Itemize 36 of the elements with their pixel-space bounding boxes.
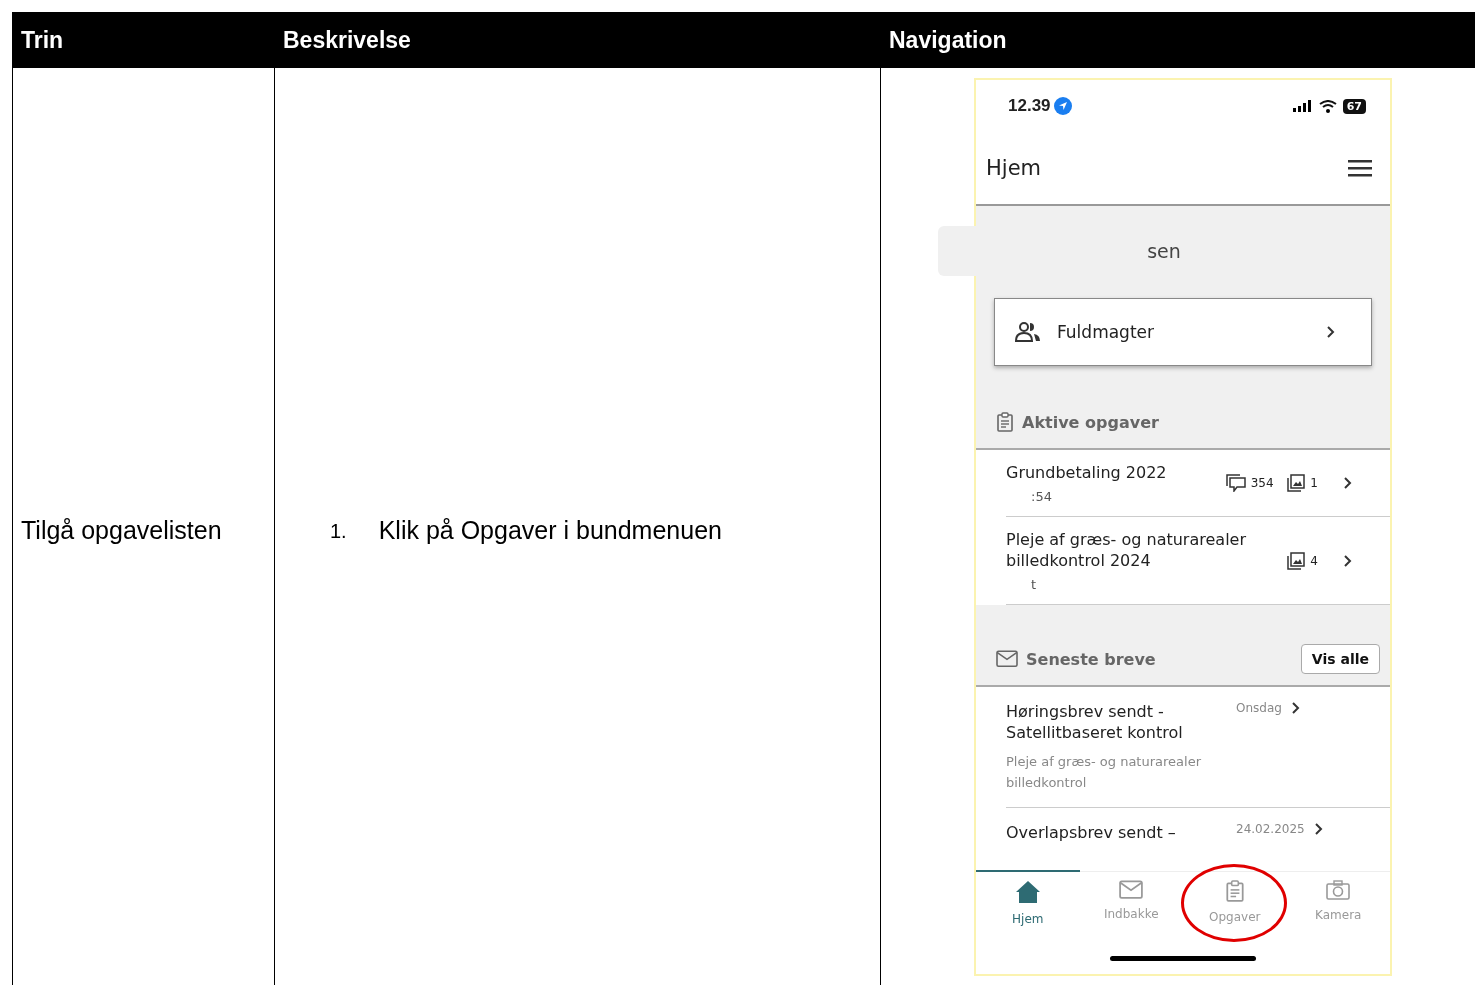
signal-icon	[1292, 100, 1313, 112]
battery-level: 67	[1342, 98, 1366, 114]
clipboard-icon	[996, 412, 1014, 432]
people-icon	[1015, 322, 1041, 342]
clipboard-icon	[1224, 880, 1245, 902]
images-icon	[1287, 551, 1306, 570]
chevron-icon	[1342, 553, 1352, 568]
wifi-icon	[1318, 99, 1337, 113]
column-header: Trin	[12, 12, 275, 68]
letter-item[interactable]: Høringsbrev sendt - Satellitbaseret kontrol Pleje af græs- og naturarealer billedkontrol Onsdag	[1006, 687, 1390, 808]
location-icon	[1053, 97, 1072, 115]
house-icon	[1014, 880, 1041, 904]
column-header: Beskrivelse	[274, 12, 881, 68]
view-all-button[interactable]: Vis alle	[1300, 644, 1380, 674]
delegations-card[interactable]: Fuldmagter	[994, 298, 1372, 366]
column-header: Navigation	[880, 12, 1475, 68]
chevron-icon	[1325, 325, 1335, 339]
letter-item[interactable]: Overlapsbrev sendt – 24.02.2025	[1006, 808, 1390, 843]
camera-icon	[1326, 880, 1351, 900]
step-text: Tilgå opgavelisten	[21, 516, 222, 544]
comments-icon	[1225, 474, 1246, 492]
envelope-icon	[996, 650, 1018, 668]
chevron-icon	[1312, 822, 1323, 836]
section-title: Aktive opgaver	[1022, 412, 1160, 432]
menu-icon[interactable]	[1348, 159, 1372, 177]
screen-title: Hjem	[986, 156, 1041, 180]
nav-tab[interactable]: Hjem	[976, 872, 1080, 942]
instruction-text: Klik på Opgaver i bundmenuen	[378, 516, 722, 545]
task-item[interactable]: Grundbetaling 2022 :54 354 1	[1006, 450, 1390, 517]
section-title: Seneste breve	[1026, 649, 1157, 669]
chevron-icon	[1289, 701, 1300, 715]
list-number: 1.	[330, 519, 347, 544]
images-icon	[1287, 474, 1306, 492]
status-time: 12.39	[1008, 96, 1051, 116]
envelope-icon	[1119, 880, 1144, 900]
chevron-icon	[1342, 476, 1352, 490]
